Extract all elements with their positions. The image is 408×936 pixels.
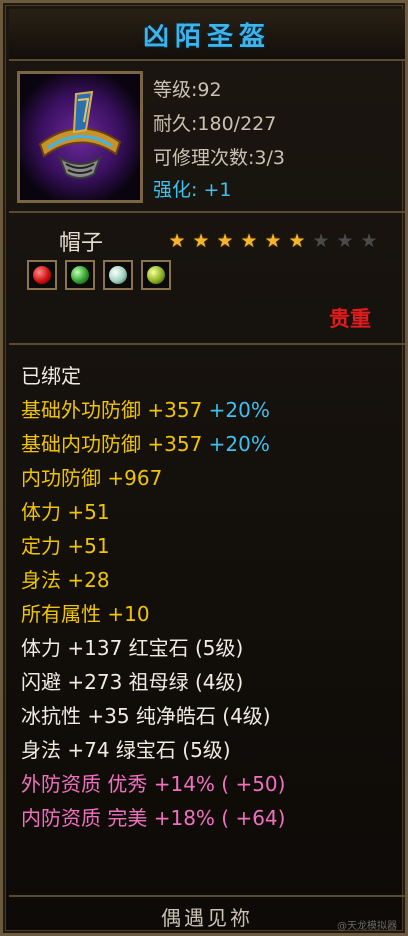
divider — [9, 343, 405, 345]
stat-text: 定力 +51 — [21, 534, 110, 558]
yellow-green-gem-icon — [147, 266, 165, 284]
stat-stamina: 体力 +51 — [21, 495, 285, 529]
star-filled-icon: ★ — [216, 230, 234, 252]
star-empty-icon: ★ — [360, 230, 378, 252]
item-enhance: 强化: +1 — [153, 175, 231, 202]
stat-gem-ice: 冰抗性 +35 纯净皓石 (4级) — [21, 699, 285, 733]
gem-slot-red[interactable] — [27, 260, 57, 290]
rarity-label: 贵重 — [329, 307, 371, 331]
item-type: 帽子 — [59, 231, 104, 256]
watermark: @天龙模拟器 — [337, 921, 397, 932]
item-level: 等级:92 — [153, 79, 222, 101]
stat-gem-dodge: 闪避 +273 祖母绿 (4级) — [21, 665, 285, 699]
stat-focus: 定力 +51 — [21, 529, 285, 563]
helmet-icon — [20, 74, 140, 200]
star-filled-icon: ★ — [192, 230, 210, 252]
stat-text: 所有属性 +10 — [21, 602, 150, 626]
stat-gem-stamina: 体力 +137 红宝石 (5级) — [21, 631, 285, 665]
title-bar: 凶陌圣盔 — [9, 9, 405, 61]
stat-bonus: +20% — [208, 432, 270, 456]
star-filled-icon: ★ — [168, 230, 186, 252]
footer-text: 偶遇见祢 — [161, 905, 253, 930]
divider — [9, 895, 405, 897]
stat-all-attrs: 所有属性 +10 — [21, 597, 285, 631]
enhance-value: +1 — [203, 179, 232, 201]
stat-gem-agility: 身法 +74 绿宝石 (5级) — [21, 733, 285, 767]
gem-slots — [27, 260, 179, 290]
star-filled-icon: ★ — [240, 230, 258, 252]
stat-text: 身法 +74 绿宝石 (5级) — [21, 738, 231, 762]
item-name: 凶陌圣盔 — [142, 21, 271, 52]
stat-outer-quality: 外防资质 优秀 +14% ( +50) — [21, 767, 285, 801]
stat-agility: 身法 +28 — [21, 563, 285, 597]
item-durability: 耐久:180/227 — [153, 113, 277, 135]
item-icon-frame — [17, 71, 143, 203]
stat-text: 外防资质 优秀 +14% ( +50) — [21, 772, 286, 796]
stat-text: 身法 +28 — [21, 568, 110, 592]
stat-inner-quality: 内防资质 完美 +18% ( +64) — [21, 801, 285, 835]
stat-text: 冰抗性 +35 纯净皓石 (4级) — [21, 704, 271, 728]
divider — [9, 211, 405, 213]
stat-base-inner-def: 基础内功防御 +357 +20% — [21, 427, 285, 461]
red-gem-icon — [33, 266, 51, 284]
stat-text: 基础外功防御 +357 — [21, 398, 209, 422]
stat-text: 内防资质 完美 +18% ( +64) — [21, 806, 286, 830]
item-tooltip: 凶陌圣盔 等级:92 耐久:180/227 可修理次数:3/3 强化: +1 帽… — [0, 0, 408, 936]
stat-text: 已绑定 — [21, 364, 81, 388]
star-empty-icon: ★ — [312, 230, 330, 252]
gem-slot-white[interactable] — [103, 260, 133, 290]
enhance-label: 强化: — [153, 179, 198, 201]
item-repairs: 可修理次数:3/3 — [153, 147, 285, 169]
stat-text: 基础内功防御 +357 — [21, 432, 209, 456]
gem-slot-yellow-green[interactable] — [141, 260, 171, 290]
stat-bound: 已绑定 — [21, 359, 285, 393]
stat-base-outer-def: 基础外功防御 +357 +20% — [21, 393, 285, 427]
stat-bonus: +20% — [208, 398, 270, 422]
gem-slot-green[interactable] — [65, 260, 95, 290]
stat-list: 已绑定 基础外功防御 +357 +20% 基础内功防御 +357 +20% 内功防御 … — [21, 359, 285, 835]
stat-text: 闪避 +273 祖母绿 (4级) — [21, 670, 244, 694]
stat-inner-def: 内功防御 +967 — [21, 461, 285, 495]
stat-text: 内功防御 +967 — [21, 466, 163, 490]
star-filled-icon: ★ — [264, 230, 282, 252]
star-rating: ★ ★ ★ ★ ★ ★ ★ ★ ★ — [165, 230, 381, 252]
stat-text: 体力 +51 — [21, 500, 110, 524]
star-filled-icon: ★ — [288, 230, 306, 252]
stat-text: 体力 +137 红宝石 (5级) — [21, 636, 244, 660]
star-empty-icon: ★ — [336, 230, 354, 252]
green-gem-icon — [71, 266, 89, 284]
white-gem-icon — [109, 266, 127, 284]
